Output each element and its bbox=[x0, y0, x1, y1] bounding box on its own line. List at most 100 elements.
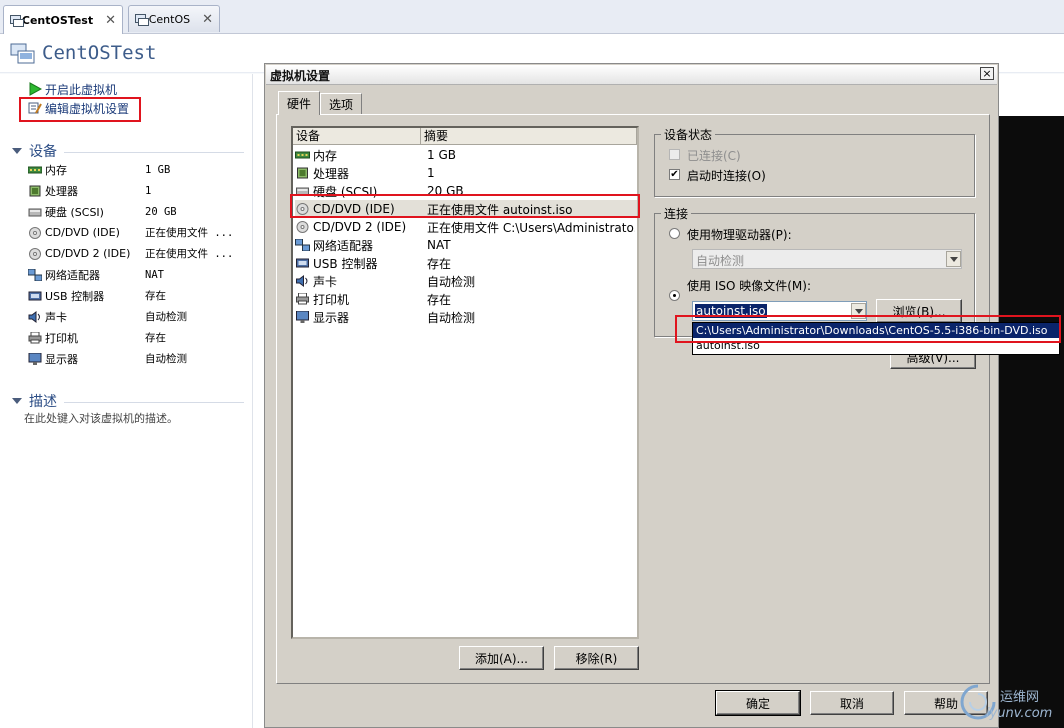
tab-centos[interactable]: CentOS ✕ bbox=[128, 5, 220, 32]
printer-icon bbox=[28, 331, 42, 343]
connected-label: 已连接(C) bbox=[687, 149, 741, 163]
iso-history-dropdown[interactable]: C:\Users\Administrator\Downloads\CentOS-… bbox=[692, 322, 1060, 355]
dropdown-option-centos-dvd[interactable]: C:\Users\Administrator\Downloads\CentOS-… bbox=[693, 323, 1059, 338]
device-value: 自动检测 bbox=[145, 353, 187, 365]
device-row-memory[interactable]: 内存 1 GB bbox=[295, 146, 637, 164]
tab-hardware[interactable]: 硬件 bbox=[278, 91, 320, 115]
power-on-label: 开启此虚拟机 bbox=[45, 82, 118, 97]
device-summary: 存在 bbox=[427, 256, 452, 271]
tab-options[interactable]: 选项 bbox=[320, 93, 362, 114]
chevron-down-icon[interactable] bbox=[946, 251, 961, 267]
column-header-summary[interactable]: 摘要 bbox=[421, 128, 637, 145]
device-row-harddisk[interactable]: 硬盘 (SCSI) 20 GB bbox=[295, 182, 637, 200]
connected-checkbox[interactable] bbox=[669, 149, 680, 160]
edit-settings-icon bbox=[28, 102, 42, 114]
device-row-cddvd[interactable]: CD/DVD (IDE) 正在使用文件 autoinst.iso bbox=[295, 200, 637, 218]
vm-icon bbox=[10, 14, 24, 27]
description-section-title: 描述 bbox=[29, 394, 57, 410]
vm-large-icon bbox=[10, 43, 35, 64]
tab-label: CentOSTest bbox=[21, 13, 94, 27]
cdrom-icon bbox=[296, 221, 309, 233]
summary-device-row[interactable]: USB 控制器 存在 bbox=[28, 285, 243, 306]
device-row-sound[interactable]: 声卡 自动检测 bbox=[295, 272, 637, 290]
tab-centostest[interactable]: CentOSTest ✕ bbox=[3, 5, 123, 34]
display-icon bbox=[296, 311, 309, 323]
device-row-usb[interactable]: USB 控制器 存在 bbox=[295, 254, 637, 272]
iso-file-label: 使用 ISO 映像文件(M): bbox=[687, 279, 811, 293]
device-name: 网络适配器 bbox=[313, 238, 374, 253]
device-name: 网络适配器 bbox=[45, 268, 100, 282]
collapse-arrow-icon bbox=[12, 148, 22, 154]
device-row-printer[interactable]: 打印机 存在 bbox=[295, 290, 637, 308]
physical-drive-value: 自动检测 bbox=[696, 254, 745, 268]
summary-device-row[interactable]: 内存 1 GB bbox=[28, 159, 243, 180]
device-name: USB 控制器 bbox=[313, 256, 378, 271]
device-name: 处理器 bbox=[45, 184, 78, 198]
device-name: 内存 bbox=[45, 163, 67, 177]
device-status-title: 设备状态 bbox=[661, 126, 716, 143]
browse-button[interactable]: 浏览(B)... bbox=[876, 299, 962, 323]
summary-device-row[interactable]: 网络适配器 NAT bbox=[28, 264, 243, 285]
cpu-icon bbox=[297, 167, 308, 179]
network-icon bbox=[28, 268, 42, 281]
device-value: 正在使用文件 ... bbox=[145, 227, 234, 239]
description-section-header[interactable]: 描述 bbox=[12, 392, 57, 410]
close-icon[interactable]: ✕ bbox=[105, 13, 116, 28]
watermark-url: iyunv.com bbox=[986, 706, 1053, 721]
iso-file-combobox[interactable]: autoinst.iso bbox=[692, 301, 867, 321]
usb-icon bbox=[296, 258, 309, 268]
device-name: 打印机 bbox=[313, 292, 350, 307]
device-summary: 自动检测 bbox=[427, 310, 476, 325]
watermark-text: 运维网 bbox=[1000, 690, 1040, 705]
cancel-button[interactable]: 取消 bbox=[810, 691, 894, 715]
physical-drive-radio[interactable] bbox=[669, 228, 680, 239]
device-row-processor[interactable]: 处理器 1 bbox=[295, 164, 637, 182]
ok-button[interactable]: 确定 bbox=[715, 690, 801, 716]
summary-device-row[interactable]: 显示器 自动检测 bbox=[28, 348, 243, 369]
device-summary: 存在 bbox=[427, 292, 452, 307]
summary-device-row[interactable]: 打印机 存在 bbox=[28, 327, 243, 348]
dialog-title: 虚拟机设置 bbox=[270, 69, 331, 83]
remove-hardware-button[interactable]: 移除(R) bbox=[554, 646, 639, 670]
connect-at-power-on-checkbox[interactable]: ✔ bbox=[669, 169, 680, 180]
device-row-network[interactable]: 网络适配器 NAT bbox=[295, 236, 637, 254]
device-name: 声卡 bbox=[45, 310, 67, 324]
summary-device-row[interactable]: CD/DVD 2 (IDE) 正在使用文件 ... bbox=[28, 243, 243, 264]
summary-device-row[interactable]: CD/DVD (IDE) 正在使用文件 ... bbox=[28, 222, 243, 243]
device-name: 打印机 bbox=[45, 331, 78, 345]
section-divider bbox=[64, 402, 244, 403]
printer-icon bbox=[296, 293, 309, 305]
tab-label: CentOS bbox=[148, 12, 191, 26]
device-summary: NAT bbox=[427, 238, 451, 252]
device-value: 正在使用文件 ... bbox=[145, 248, 234, 260]
dialog-titlebar[interactable]: 虚拟机设置 × bbox=[266, 65, 997, 85]
sound-icon bbox=[28, 310, 40, 323]
add-hardware-button[interactable]: 添加(A)... bbox=[459, 646, 544, 670]
devices-section-header[interactable]: 设备 bbox=[12, 142, 57, 160]
physical-drive-select[interactable]: 自动检测 bbox=[692, 249, 962, 269]
iso-file-radio[interactable] bbox=[669, 290, 680, 301]
chevron-down-icon[interactable] bbox=[851, 303, 866, 319]
dropdown-option-autoinst[interactable]: autoinst.iso bbox=[693, 338, 1059, 353]
device-row-display[interactable]: 显示器 自动检测 bbox=[295, 308, 637, 326]
device-row-cddvd2[interactable]: CD/DVD 2 (IDE) 正在使用文件 C:\Users\Administr… bbox=[295, 218, 637, 236]
iso-file-input[interactable]: autoinst.iso bbox=[695, 304, 767, 318]
summary-device-row[interactable]: 声卡 自动检测 bbox=[28, 306, 243, 327]
physical-drive-label: 使用物理驱动器(P): bbox=[687, 228, 792, 242]
section-divider bbox=[64, 152, 244, 153]
device-summary: 20 GB bbox=[427, 184, 464, 198]
edit-settings-command[interactable]: 编辑虚拟机设置 bbox=[28, 99, 129, 117]
close-icon[interactable]: × bbox=[980, 67, 994, 80]
hardware-device-list[interactable]: 设备 摘要 内存 1 GB 处理器 1 硬盘 (SCSI) 20 GB CD/D… bbox=[291, 126, 639, 639]
column-header-device[interactable]: 设备 bbox=[293, 128, 421, 145]
device-name: CD/DVD 2 (IDE) bbox=[45, 247, 131, 260]
close-icon[interactable]: ✕ bbox=[202, 12, 213, 27]
description-input[interactable]: 在此处键入对该虚拟机的描述。 bbox=[24, 410, 178, 426]
device-value: NAT bbox=[145, 268, 164, 281]
list-header: 设备 摘要 bbox=[293, 128, 637, 145]
checkmark-icon: ✔ bbox=[670, 169, 679, 180]
power-on-command[interactable]: 开启此虚拟机 bbox=[28, 80, 117, 98]
summary-device-row[interactable]: 硬盘 (SCSI) 20 GB bbox=[28, 201, 243, 222]
network-icon bbox=[295, 239, 310, 251]
summary-device-row[interactable]: 处理器 1 bbox=[28, 180, 243, 201]
